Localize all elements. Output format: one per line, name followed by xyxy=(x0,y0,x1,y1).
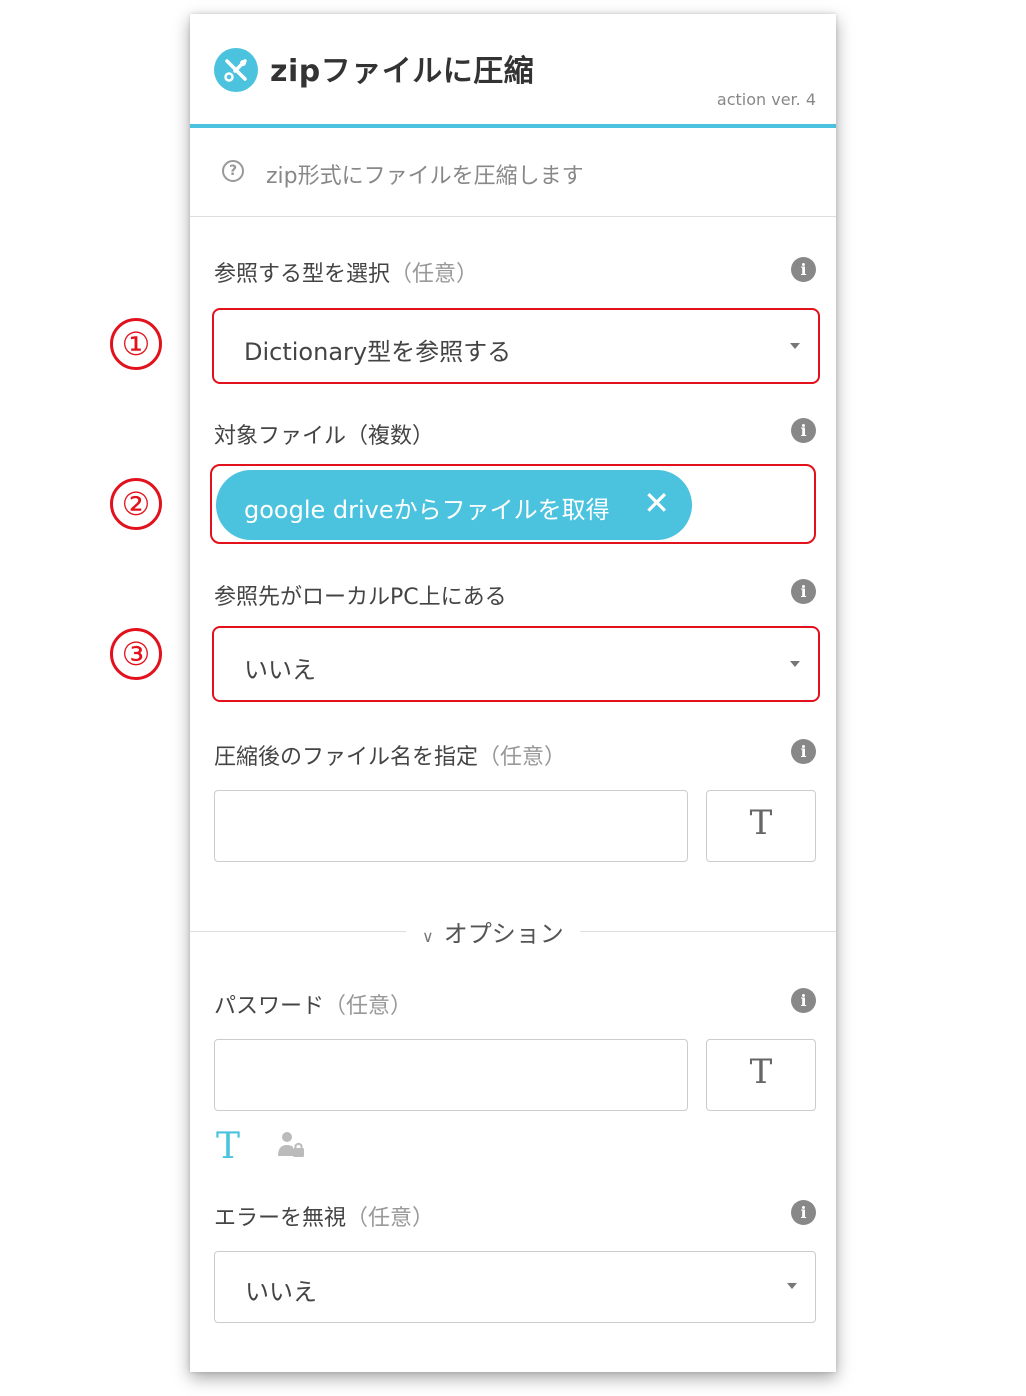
text-mode-button[interactable]: T xyxy=(706,790,816,862)
info-icon[interactable]: i xyxy=(791,1200,816,1225)
chevron-down-icon xyxy=(790,661,800,667)
ignore-error-label-text: エラーを無視 xyxy=(214,1206,347,1231)
target-files-label: 対象ファイル（複数） xyxy=(214,424,435,449)
close-icon[interactable]: ✕ xyxy=(643,484,670,522)
target-files-input[interactable]: google driveからファイルを取得 ✕ xyxy=(210,464,816,544)
ref-type-label: 参照する型を選択（任意） xyxy=(214,256,478,288)
optional-tag: （任意） xyxy=(346,1206,435,1231)
ref-type-value: Dictionary型を参照する xyxy=(244,338,512,366)
panel-header: zipファイルに圧縮 action ver. 4 xyxy=(190,14,836,128)
output-name-label-text: 圧縮後のファイル名を指定 xyxy=(214,745,479,770)
password-label: パスワード（任意） xyxy=(214,988,412,1020)
annotation-marker-2: ② xyxy=(110,478,162,530)
chip-label: google driveからファイルを取得 xyxy=(244,496,610,524)
tools-icon xyxy=(214,48,258,92)
options-toggle[interactable]: ∨ オプション xyxy=(406,914,580,949)
action-version: action ver. 4 xyxy=(716,90,816,109)
file-source-chip[interactable]: google driveからファイルを取得 ✕ xyxy=(216,470,692,540)
annotation-marker-1: ① xyxy=(110,318,162,370)
local-pc-value: いいえ xyxy=(244,656,316,684)
action-description: ? zip形式にファイルを圧縮します xyxy=(190,128,836,217)
optional-tag: （任意） xyxy=(478,745,567,770)
local-pc-label: 参照先がローカルPC上にある xyxy=(214,585,507,610)
ignore-error-select[interactable]: いいえ xyxy=(214,1251,816,1323)
local-pc-select[interactable]: いいえ xyxy=(212,626,820,702)
secret-mode-icon[interactable] xyxy=(276,1130,306,1164)
info-icon[interactable]: i xyxy=(791,988,816,1013)
ref-type-select[interactable]: Dictionary型を参照する xyxy=(212,308,820,384)
text-format-icon: T xyxy=(749,803,773,843)
output-name-label: 圧縮後のファイル名を指定（任意） xyxy=(214,739,566,771)
chevron-down-icon: ∨ xyxy=(422,927,434,946)
options-label-text: オプション xyxy=(443,920,564,948)
output-name-input[interactable] xyxy=(214,790,688,862)
text-mode-button[interactable]: T xyxy=(706,1039,816,1111)
question-icon: ? xyxy=(222,160,244,182)
ignore-error-label: エラーを無視（任意） xyxy=(214,1200,434,1232)
info-icon[interactable]: i xyxy=(791,418,816,443)
description-text: zip形式にファイルを圧縮します xyxy=(266,164,584,189)
password-input[interactable] xyxy=(214,1039,688,1111)
action-title: zipファイルに圧縮 xyxy=(270,54,535,89)
plain-text-mode-icon[interactable]: T xyxy=(216,1126,240,1167)
info-icon[interactable]: i xyxy=(791,257,816,282)
info-icon[interactable]: i xyxy=(791,739,816,764)
text-format-icon: T xyxy=(749,1052,773,1092)
action-panel: zipファイルに圧縮 action ver. 4 ? zip形式にファイルを圧縮… xyxy=(190,14,836,1372)
ignore-error-value: いいえ xyxy=(245,1278,317,1306)
optional-tag: （任意） xyxy=(324,994,413,1019)
ref-type-label-text: 参照する型を選択 xyxy=(214,262,391,287)
chevron-down-icon xyxy=(790,343,800,349)
chevron-down-icon xyxy=(787,1283,797,1289)
optional-tag: （任意） xyxy=(390,262,479,287)
password-label-text: パスワード xyxy=(214,994,325,1019)
annotation-marker-3: ③ xyxy=(110,628,162,680)
info-icon[interactable]: i xyxy=(791,579,816,604)
